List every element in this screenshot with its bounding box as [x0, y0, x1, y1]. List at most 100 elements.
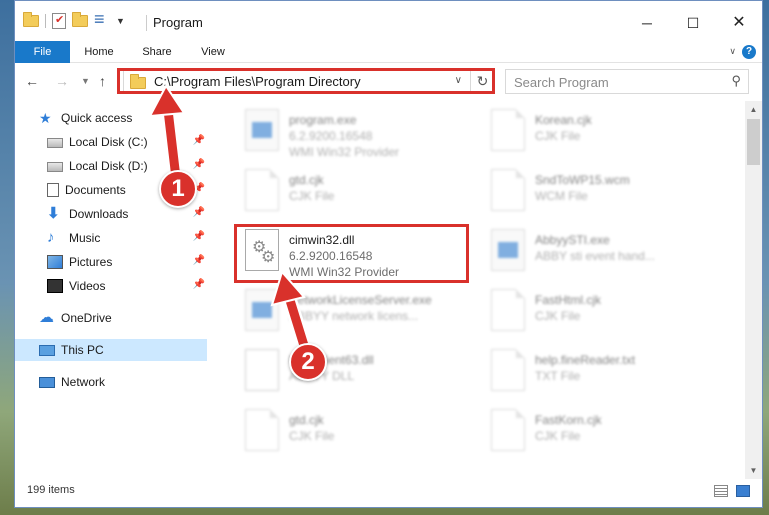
sidebar-item-label: Quick access [61, 111, 133, 125]
pin-icon[interactable]: 📌 [193, 207, 205, 218]
file-item[interactable]: FastHtml.cjk CJK File [485, 285, 725, 345]
file-item[interactable]: NetworkLicenseServer.exe ABBYY network l… [239, 285, 479, 345]
sidebar-item-label: Downloads [69, 207, 129, 221]
file-detail: 6.2.9200.16548 [289, 129, 373, 143]
navigation-pane: ★ Quick access Local Disk (C:) 📌 Local D… [15, 101, 209, 479]
file-icon [245, 169, 279, 211]
new-folder-icon[interactable] [72, 12, 88, 27]
drive-icon [47, 138, 63, 148]
file-detail: ABBYY network licens... [289, 309, 419, 323]
pin-icon[interactable]: 📌 [193, 135, 205, 146]
close-button[interactable]: ✕ [716, 9, 762, 37]
sidebar-item-label: Local Disk (C:) [69, 135, 148, 149]
file-item[interactable]: Korean.cjk CJK File [485, 105, 725, 165]
recent-locations-dropdown-icon[interactable]: ▼ [81, 76, 90, 86]
back-arrow-icon[interactable]: ← [25, 73, 39, 89]
tab-home[interactable]: Home [77, 41, 121, 63]
file-item[interactable]: FastKorn.cjk CJK File [485, 405, 725, 465]
pin-icon[interactable]: 📌 [193, 159, 205, 170]
sidebar-item-label: Videos [69, 279, 106, 293]
network-icon [39, 376, 55, 388]
cloud-icon: ☁ [39, 309, 54, 326]
file-item[interactable]: gtd.cjk CJK File [239, 405, 479, 465]
up-arrow-icon[interactable]: ↑ [99, 73, 106, 89]
sidebar-item-quick-access[interactable]: ★ Quick access [39, 107, 209, 129]
sidebar-item-network[interactable]: Network [39, 371, 209, 393]
ribbon-tabs: File Home Share View ∨ ? [15, 41, 762, 63]
address-bar-highlight [117, 68, 495, 94]
step-badge-1: 1 [159, 170, 197, 208]
file-detail: CJK File [289, 189, 335, 203]
file-detail: WCM File [535, 189, 588, 203]
dll-file-icon [245, 349, 279, 391]
file-detail: CJK File [535, 309, 581, 323]
sidebar-item-onedrive[interactable]: ☁ OneDrive [39, 307, 209, 329]
file-detail: WMI Win32 Provider [289, 145, 400, 159]
toolbar-divider [45, 14, 46, 28]
file-name: gtd.cjk [289, 173, 324, 187]
file-item[interactable]: program.exe 6.2.9200.16548 WMI Win32 Pro… [239, 105, 479, 165]
sidebar-item-local-disk-c[interactable]: Local Disk (C:) 📌 [47, 131, 209, 153]
properties-check-icon[interactable] [52, 13, 66, 29]
executable-icon [491, 229, 525, 271]
sidebar-item-pictures[interactable]: Pictures 📌 [47, 251, 209, 273]
tab-file[interactable]: File [15, 41, 70, 63]
expand-ribbon-icon[interactable]: ∨ [729, 46, 736, 57]
file-name: FastKorn.cjk [535, 413, 602, 427]
pin-icon[interactable]: 📌 [193, 279, 205, 290]
file-name: SndToWP15.wcm [535, 173, 630, 187]
scroll-down-icon[interactable]: ▼ [745, 462, 762, 479]
search-icon[interactable]: ⚲ [731, 73, 741, 89]
file-name: FastHtml.cjk [535, 293, 601, 307]
file-name: program.exe [289, 113, 357, 127]
sidebar-item-music[interactable]: ♪ Music 📌 [47, 227, 209, 249]
scroll-thumb[interactable] [747, 119, 760, 165]
scroll-up-icon[interactable]: ▲ [745, 101, 762, 118]
file-detail: CJK File [289, 429, 335, 443]
sidebar-item-label: Music [69, 231, 101, 245]
file-list: program.exe 6.2.9200.16548 WMI Win32 Pro… [211, 101, 747, 479]
maximize-button[interactable]: ☐ [670, 9, 716, 37]
file-item[interactable]: AbbyySTI.exe ABBY sti event hand... [485, 225, 725, 285]
tab-view[interactable]: View [193, 41, 233, 63]
large-icons-view-icon[interactable] [736, 485, 750, 497]
executable-icon [245, 109, 279, 151]
sidebar-item-label: Network [61, 375, 106, 389]
forward-arrow-icon[interactable]: → [55, 73, 69, 89]
tab-share[interactable]: Share [135, 41, 179, 63]
file-item[interactable]: gtd.cjk CJK File [239, 165, 479, 225]
pin-icon[interactable]: 📌 [193, 255, 205, 266]
sidebar-item-label: Pictures [69, 255, 113, 269]
title-divider [146, 15, 147, 31]
sidebar-item-this-pc[interactable]: This PC [15, 339, 207, 361]
customize-toolbar-dropdown-icon[interactable]: ▼ [116, 16, 125, 26]
music-icon: ♪ [47, 229, 55, 246]
help-icon[interactable]: ? [742, 45, 756, 59]
file-item[interactable]: UserClient63.dll ABBYY DLL [239, 345, 479, 405]
file-icon [491, 349, 525, 391]
properties-icon[interactable] [94, 9, 110, 30]
pin-icon[interactable]: 📌 [193, 231, 205, 242]
file-icon [491, 289, 525, 331]
file-item[interactable]: help.fineReader.txt TXT File [485, 345, 725, 405]
sidebar-item-videos[interactable]: Videos 📌 [47, 275, 209, 297]
search-input[interactable]: Search Program ⚲ [505, 69, 749, 94]
sidebar-item-label: Local Disk (D:) [69, 159, 148, 173]
status-bar: 199 items [15, 479, 762, 507]
drive-icon [47, 162, 63, 172]
details-view-icon[interactable] [714, 485, 728, 497]
pictures-icon [47, 255, 63, 269]
vertical-scrollbar[interactable]: ▲ ▼ [745, 101, 762, 479]
file-icon [491, 409, 525, 451]
file-icon [491, 109, 525, 151]
window-title: Program [153, 15, 203, 30]
minimize-button[interactable]: ─ [624, 9, 670, 37]
file-name: help.fineReader.txt [535, 353, 636, 367]
dll-file-highlight [234, 224, 469, 283]
search-placeholder: Search Program [514, 75, 609, 90]
star-icon: ★ [39, 110, 52, 126]
file-detail: ABBY sti event hand... [535, 249, 655, 263]
file-detail: CJK File [535, 129, 581, 143]
sidebar-item-label: Documents [65, 183, 126, 197]
file-item[interactable]: SndToWP15.wcm WCM File [485, 165, 725, 225]
